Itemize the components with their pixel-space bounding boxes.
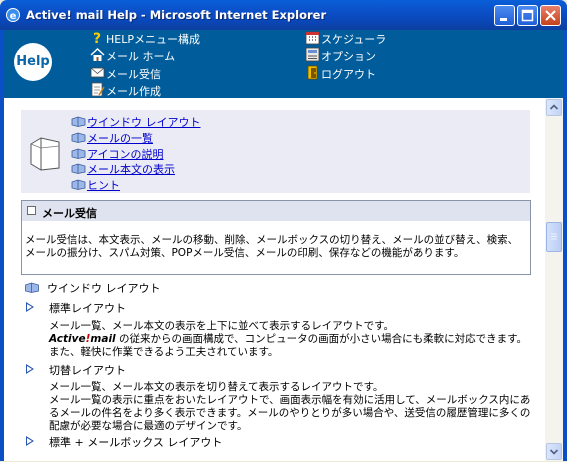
maximize-button[interactable] [517,5,538,26]
link-icon-description[interactable]: アイコンの説明 [71,146,163,162]
help-content: ウインドウ レイアウト メールの一覧 アイコンの説明 メール本文の表示 ヒント … [4,98,545,461]
nav-label: オプション [321,50,376,63]
title-bar: e Active! mail Help - Microsoft Internet… [0,0,567,30]
nav-label: メール受信 [106,68,161,81]
mail-icon [90,67,105,78]
link-label: アイコンの説明 [87,148,164,161]
book-icon [71,132,86,143]
nav-label: ログアウト [321,68,376,81]
grip-icon [551,233,557,240]
vertical-scrollbar[interactable] [545,98,563,461]
book-icon [71,179,86,190]
layout-heading-label: ウインドウ レイアウト [47,282,161,295]
link-label: メールの一覧 [87,132,153,145]
link-window-layout[interactable]: ウインドウ レイアウト [71,114,201,130]
link-hints[interactable]: ヒント [71,177,120,193]
link-mail-body-display[interactable]: メール本文の表示 [71,161,175,177]
mail-receive-section: メール受信 メール受信は、本文表示、メールの移動、削除、メールボックスの切り替え… [21,200,531,275]
logout-icon [307,65,318,80]
topic-menu: ウインドウ レイアウト メールの一覧 アイコンの説明 メール本文の表示 ヒント [21,110,530,193]
triangle-bullet-icon [26,302,34,312]
options-icon [305,47,320,62]
question-icon: ? [93,31,101,45]
scroll-down-button[interactable] [546,443,562,460]
section-bullet-icon [27,206,36,215]
home-icon [90,47,105,61]
standard-layout-title: 標準レイアウト [49,302,126,315]
window-frame-right [563,30,567,461]
layout-heading: ウインドウ レイアウト [24,280,161,296]
switch-layout-line2: メール一覧の表示に重点をおいたレイアウトで、画面表示幅を有効に活用して、メールボ… [49,394,531,432]
minimize-icon [500,18,507,21]
switch-layout-title: 切替レイアウト [49,364,126,377]
nav-label: スケジューラ [321,33,387,46]
nav-label: メール ホーム [106,50,176,63]
close-icon [545,10,556,21]
section-title: メール受信 [42,207,97,220]
nav-label: メール作成 [106,85,161,98]
scroll-up-button[interactable] [546,99,562,116]
book-icon [71,163,86,174]
link-label: ウインドウ レイアウト [87,116,201,129]
triangle-bullet-icon [26,364,34,374]
help-logo: Help [14,43,52,81]
standard-mailbox-layout-title: 標準 + メールボックス レイアウト [49,436,223,449]
switch-layout-line1: メール一覧、メール本文の表示を切り替えて表示するレイアウトです。 [49,381,384,393]
standard-layout-description: メール一覧、メール本文の表示を上下に並べて表示するレイアウトです。 Active… [49,320,535,359]
section-description: メール受信は、本文表示、メールの移動、削除、メールボックスの切り替え、メールの並… [25,234,519,259]
book-icon [25,282,39,293]
calendar-icon [305,31,320,45]
standard-layout-line2: Active!mail の従来からの画面構成で、コンピュータの画面が小さい場合に… [49,333,528,358]
standard-layout-line1: メール一覧、メール本文の表示を上下に並べて表示するレイアウトです。 [49,320,395,332]
link-mail-list[interactable]: メールの一覧 [71,130,153,146]
book-icon [71,116,86,127]
arrow-down-icon [549,449,559,455]
nav-label: HELPメニュー構成 [106,33,200,46]
svg-text:?: ? [93,31,101,45]
book-icon [71,148,86,159]
arrow-up-icon [549,104,559,110]
svg-text:e: e [10,11,17,22]
maximize-icon [521,9,534,22]
section-header: メール受信 [22,201,530,221]
folder-icon [30,137,60,171]
window-title: Active! mail Help - Microsoft Internet E… [26,8,327,22]
close-button[interactable] [540,5,561,26]
help-logo-text: Help [16,54,50,69]
triangle-bullet-icon [26,436,34,446]
ie-icon: e [6,8,20,22]
link-label: ヒント [87,179,120,192]
link-label: メール本文の表示 [87,163,175,176]
minimize-button[interactable] [494,5,515,26]
switch-layout-description: メール一覧、メール本文の表示を切り替えて表示するレイアウトです。 メール一覧の表… [49,381,535,433]
help-header: Help ? HELPメニュー構成 メール ホーム メール受信 メール作成 スケ… [4,30,563,98]
brand-name: Active!mail [49,333,116,345]
compose-icon [91,82,105,97]
scroll-thumb[interactable] [546,222,562,252]
